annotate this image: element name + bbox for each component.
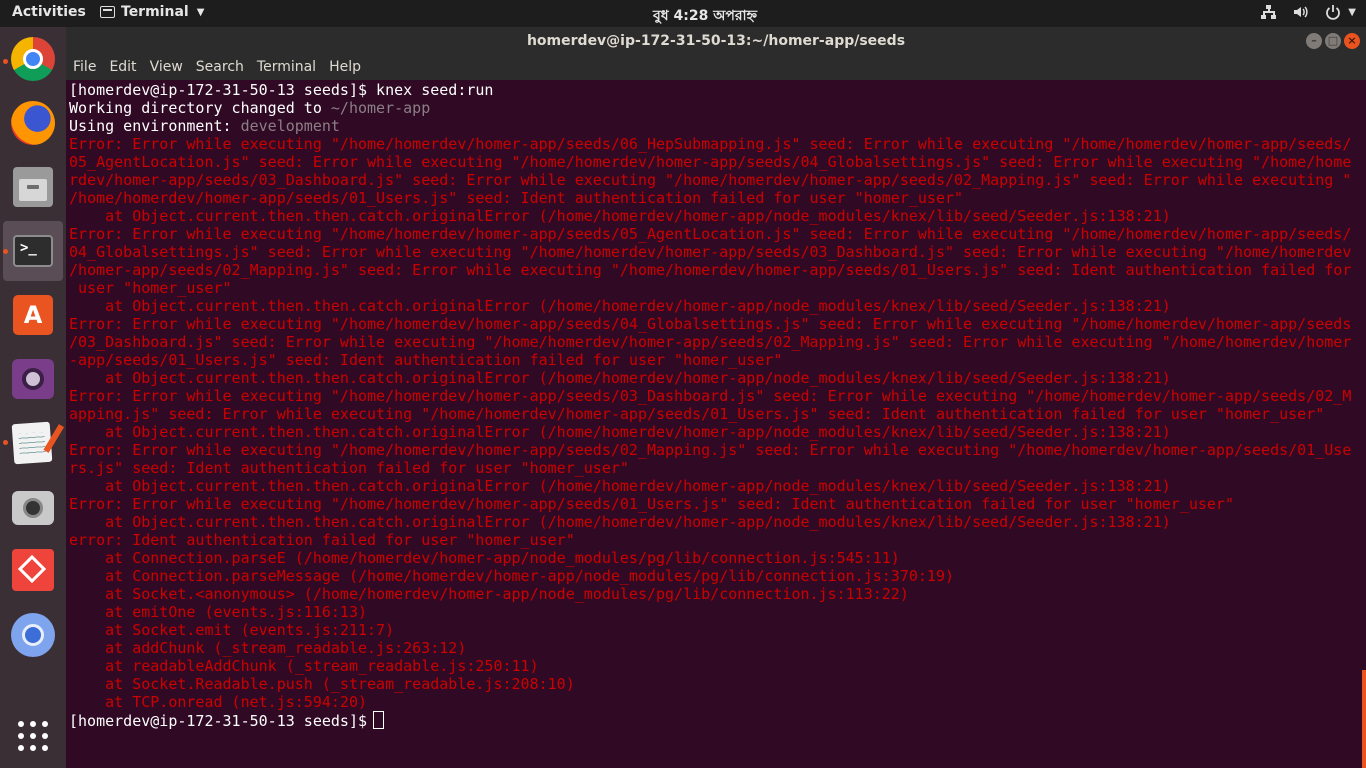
app-menu[interactable]: Terminal ▼ bbox=[100, 4, 204, 20]
chevron-down-icon: ▼ bbox=[1348, 6, 1356, 18]
terminal-dock-item[interactable] bbox=[3, 221, 63, 281]
error-line: -app/seeds/01_Users.js" seed: Ident auth… bbox=[69, 351, 783, 369]
error-line: Error: Error while executing "/home/home… bbox=[69, 135, 1352, 153]
error-line: at Object.current.then.then.catch.origin… bbox=[69, 423, 1171, 441]
running-indicator bbox=[3, 249, 8, 254]
error-line: at Object.current.then.then.catch.origin… bbox=[69, 297, 1171, 315]
terminal-output[interactable]: [homerdev@ip-172-31-50-13 seeds]$ knex s… bbox=[66, 80, 1366, 768]
chromium-icon[interactable] bbox=[11, 613, 55, 657]
running-indicator bbox=[3, 59, 8, 64]
app-menu-label: Terminal bbox=[121, 4, 189, 20]
anydesk-icon[interactable] bbox=[12, 549, 54, 591]
files-icon[interactable] bbox=[13, 167, 53, 207]
minimize-button[interactable]: – bbox=[1306, 33, 1322, 49]
volume-icon bbox=[1292, 3, 1310, 21]
error-line: Error: Error while executing "/home/home… bbox=[69, 441, 1352, 459]
chrome-icon[interactable] bbox=[11, 37, 55, 81]
error-line: at Object.current.then.then.catch.origin… bbox=[69, 369, 1171, 387]
dock bbox=[0, 27, 66, 768]
stack-trace-line: at addChunk (_stream_readable.js:263:12) bbox=[69, 639, 467, 657]
window-title: homerdev@ip-172-31-50-13:~/homer-app/see… bbox=[526, 33, 906, 49]
activities-button[interactable]: Activities bbox=[12, 4, 86, 20]
error-line: error: Ident authentication failed for u… bbox=[69, 531, 575, 549]
menu-edit[interactable]: Edit bbox=[109, 55, 136, 80]
error-line: /home/homerdev/homer-app/seeds/01_Users.… bbox=[69, 189, 964, 207]
text-editor-icon[interactable] bbox=[11, 421, 53, 465]
show-applications-icon[interactable] bbox=[18, 721, 48, 751]
working-directory-value: ~/homer-app bbox=[330, 99, 431, 117]
menu-help[interactable]: Help bbox=[329, 55, 361, 80]
menu-bar: File Edit View Search Terminal Help bbox=[66, 55, 1366, 80]
error-line: /03_Dashboard.js" seed: Error while exec… bbox=[69, 333, 1352, 351]
scrollbar[interactable] bbox=[1362, 670, 1366, 768]
error-line: at Object.current.then.then.catch.origin… bbox=[69, 477, 1171, 495]
stack-trace-line: at TCP.onread (net.js:594:20) bbox=[69, 693, 368, 711]
firefox-icon[interactable] bbox=[11, 101, 55, 145]
chevron-down-icon: ▼ bbox=[196, 6, 205, 18]
error-line: 05_AgentLocation.js" seed: Error while e… bbox=[69, 153, 1352, 171]
error-line: rdev/homer-app/seeds/03_Dashboard.js" se… bbox=[69, 171, 1352, 189]
window-titlebar[interactable]: homerdev@ip-172-31-50-13:~/homer-app/see… bbox=[66, 27, 1366, 55]
software-center-icon[interactable] bbox=[13, 295, 53, 335]
terminal-icon bbox=[100, 6, 115, 18]
stack-trace-line: at Connection.parseMessage (/home/homerd… bbox=[69, 567, 955, 585]
power-icon bbox=[1324, 3, 1342, 21]
stack-trace-line: at readableAddChunk (_stream_readable.js… bbox=[69, 657, 539, 675]
menu-terminal[interactable]: Terminal bbox=[257, 55, 316, 80]
command: knex seed:run bbox=[376, 81, 494, 99]
error-line: /homer-app/seeds/02_Mapping.js" seed: Er… bbox=[69, 261, 1352, 279]
error-line: Error: Error while executing "/home/home… bbox=[69, 225, 1352, 243]
error-line: at Object.current.then.then.catch.origin… bbox=[69, 207, 1171, 225]
error-line: rs.js" seed: Ident authentication failed… bbox=[69, 459, 629, 477]
terminal-icon bbox=[13, 235, 53, 267]
final-prompt: [homerdev@ip-172-31-50-13 seeds]$ bbox=[69, 712, 368, 730]
clock[interactable]: বুধ 4:28 অপরাহ্ন bbox=[620, 4, 790, 28]
menu-view[interactable]: View bbox=[150, 55, 183, 80]
stack-trace-line: at Connection.parseE (/home/homerdev/hom… bbox=[69, 549, 900, 567]
terminal-line: Working directory changed to bbox=[69, 99, 331, 117]
screenshot-camera-icon[interactable] bbox=[12, 491, 54, 525]
running-indicator bbox=[3, 440, 8, 445]
error-line: Error: Error while executing "/home/home… bbox=[69, 387, 1352, 405]
stack-trace-line: at Socket.<anonymous> (/home/homerdev/ho… bbox=[69, 585, 909, 603]
close-button[interactable]: × bbox=[1344, 33, 1360, 49]
terminal-line: Using environment: bbox=[69, 117, 241, 135]
error-line: at Object.current.then.then.catch.origin… bbox=[69, 513, 1171, 531]
prompt: [homerdev@ip-172-31-50-13 seeds]$ bbox=[69, 81, 368, 99]
system-status-menu[interactable]: ▼ bbox=[1260, 3, 1356, 21]
cheese-webcam-icon[interactable] bbox=[12, 359, 54, 399]
error-line: user "homer_user" bbox=[69, 279, 232, 297]
stack-trace-line: at emitOne (events.js:116:13) bbox=[69, 603, 368, 621]
stack-trace-line: at Socket.emit (events.js:211:7) bbox=[69, 621, 395, 639]
network-icon bbox=[1260, 3, 1278, 21]
error-line: apping.js" seed: Error while executing "… bbox=[69, 405, 1325, 423]
text-cursor[interactable] bbox=[373, 711, 385, 729]
menu-file[interactable]: File bbox=[73, 55, 96, 80]
error-line: 04_Globalsettings.js" seed: Error while … bbox=[69, 243, 1352, 261]
top-bar: Activities Terminal ▼ বুধ 4:28 অপরাহ্ন ▼ bbox=[0, 0, 1366, 27]
stack-trace-line: at Socket.Readable.push (_stream_readabl… bbox=[69, 675, 575, 693]
maximize-button[interactable]: □ bbox=[1325, 33, 1341, 49]
error-line: Error: Error while executing "/home/home… bbox=[69, 495, 1234, 513]
environment-value: development bbox=[240, 117, 340, 135]
menu-search[interactable]: Search bbox=[196, 55, 244, 80]
error-line: Error: Error while executing "/home/home… bbox=[69, 315, 1352, 333]
